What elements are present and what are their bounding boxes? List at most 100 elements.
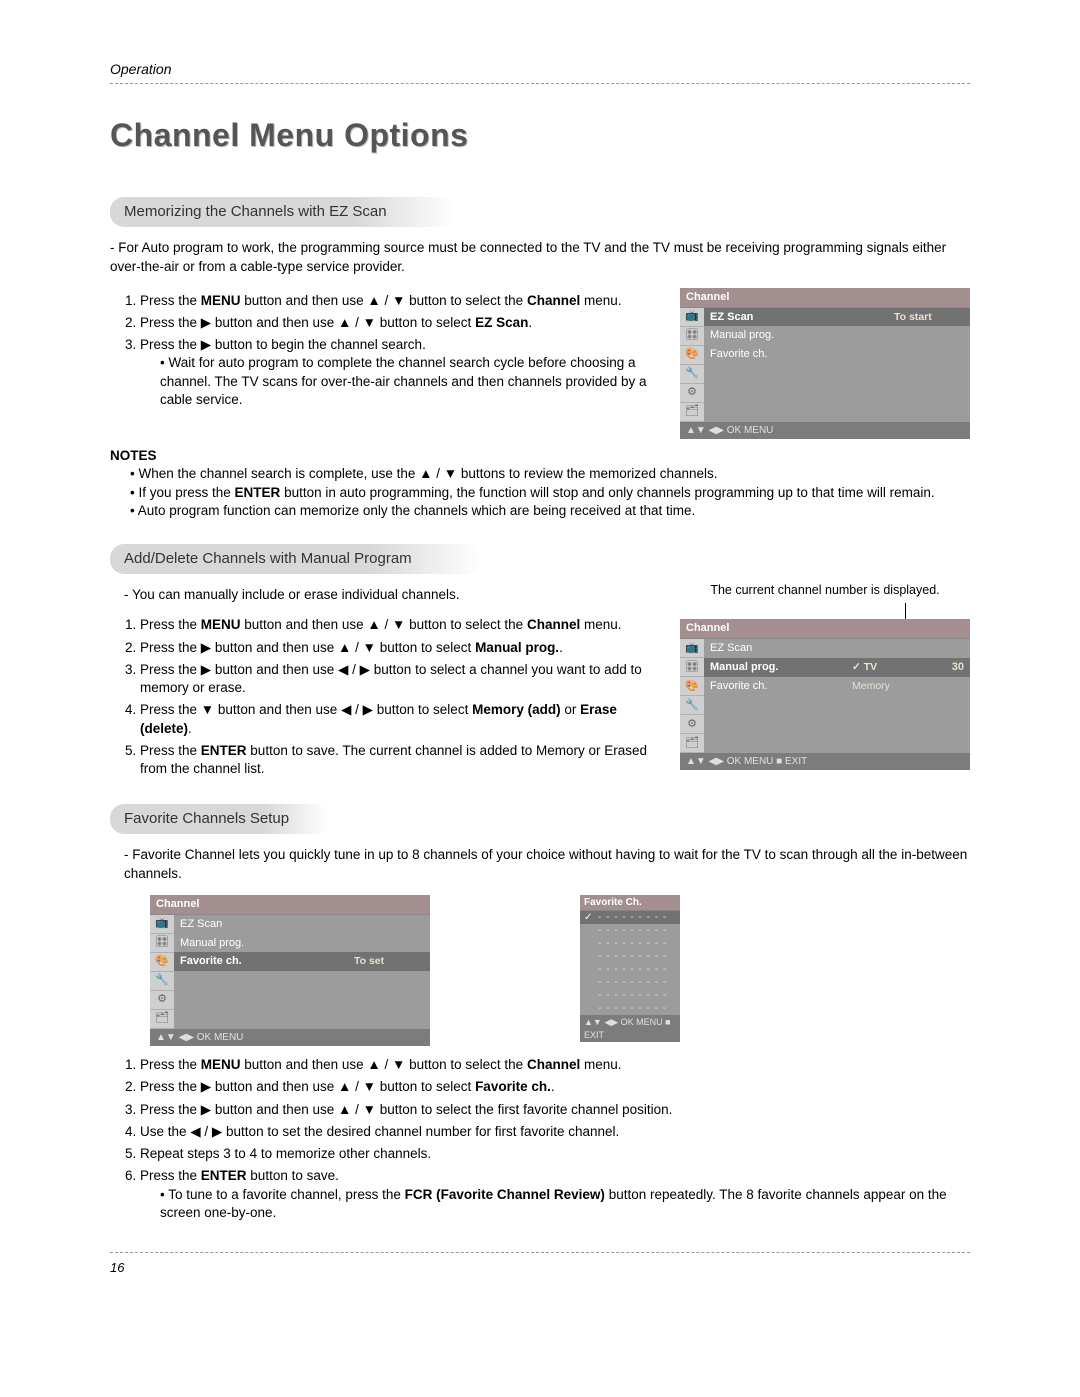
fav-row: - - - - - - - - - — [580, 976, 680, 989]
fav-row: - - - - - - - - - — [580, 924, 680, 937]
osd-icon: 🎨 — [680, 677, 704, 696]
section-label: Operation — [110, 60, 171, 79]
section-heading-favorite: Favorite Channels Setup — [110, 804, 329, 834]
sec3-step6: Press the ENTER button to save. To tune … — [140, 1167, 970, 1222]
osd-row-label: Favorite ch. — [704, 345, 888, 364]
sec3-step3: Press the ▶ button and then use ▲ / ▼ bu… — [140, 1101, 970, 1119]
osd-icon: ⚙ — [150, 991, 174, 1010]
osd-icon: 📺 — [680, 639, 704, 658]
osd-ezscan: Channel 📺 🎛 🎨 🔧 ⚙ 🗂 EZ ScanTo start Manu… — [680, 288, 970, 439]
sec1-notes: When the channel search is complete, use… — [110, 465, 970, 520]
osd-row-value — [846, 639, 928, 658]
osd-icon: 🔧 — [150, 972, 174, 991]
sec1-intro: - For Auto program to work, the programm… — [110, 239, 970, 275]
osd-row-value: To start — [888, 308, 970, 327]
fav-slot: - - - - - - - - - — [598, 963, 676, 977]
osd-row-label: EZ Scan — [704, 639, 846, 658]
sec1-note3: Auto program function can memorize only … — [130, 502, 970, 520]
fav-row: - - - - - - - - - — [580, 989, 680, 1002]
sec2-step1: Press the MENU button and then use ▲ / ▼… — [140, 616, 660, 634]
caption-arrow-icon — [905, 603, 906, 619]
osd-icon: 🗂 — [150, 1010, 174, 1029]
sec3-intro: - Favorite Channel lets you quickly tune… — [110, 846, 970, 882]
sec1-note2: If you press the ENTER button in auto pr… — [130, 484, 970, 502]
osd-row-value — [348, 934, 430, 953]
osd-row-label: EZ Scan — [704, 308, 888, 327]
fav-slot: - - - - - - - - - — [598, 937, 676, 951]
osd-row-value — [348, 915, 430, 934]
osd-icon: 🎨 — [680, 346, 704, 365]
osd-icon: 🔧 — [680, 365, 704, 384]
sec1-step3-sub: Wait for auto program to complete the ch… — [160, 354, 660, 409]
osd-caption: The current channel number is displayed. — [680, 582, 970, 599]
osd-row-label: EZ Scan — [174, 915, 348, 934]
osd-icon: 🗂 — [680, 403, 704, 422]
sec1-note1: When the channel search is complete, use… — [130, 465, 970, 483]
sec3-step5: Repeat steps 3 to 4 to memorize other ch… — [140, 1145, 970, 1163]
osd-row-value — [888, 326, 970, 345]
fav-slot: - - - - - - - - - — [598, 950, 676, 964]
notes-label: NOTES — [110, 447, 970, 465]
sec3-steps: Press the MENU button and then use ▲ / ▼… — [110, 1056, 970, 1222]
fav-title: Favorite Ch. — [580, 895, 680, 912]
sec1-step2: Press the ▶ button and then use ▲ / ▼ bu… — [140, 314, 660, 332]
osd-row-label: Manual prog. — [704, 658, 846, 677]
fav-slot: - - - - - - - - - — [598, 911, 676, 925]
page-title: Channel Menu Options — [110, 114, 970, 157]
manual-page: Operation Channel Menu Options Memorizin… — [0, 0, 1080, 1397]
fav-slot: - - - - - - - - - — [598, 976, 676, 990]
osd-icon: 🗂 — [680, 734, 704, 753]
osd-manual: Channel 📺 🎛 🎨 🔧 ⚙ 🗂 EZ Scan Manual prog.… — [680, 619, 970, 770]
osd-icon: ⚙ — [680, 384, 704, 403]
sec1-steps: Press the MENU button and then use ▲ / ▼… — [110, 292, 660, 409]
page-header: Operation — [110, 60, 970, 84]
osd-title: Channel — [680, 619, 970, 639]
sec3-step6-sub: To tune to a favorite channel, press the… — [160, 1186, 970, 1222]
page-number: 16 — [110, 1260, 124, 1275]
osd-favorite-list: Favorite Ch. ✓- - - - - - - - -- - - - -… — [580, 895, 680, 1042]
osd-icon-col: 📺 🎛 🎨 🔧 ⚙ 🗂 — [150, 915, 174, 1029]
osd-icon: 📺 — [680, 308, 704, 327]
osd-icon: 🔧 — [680, 696, 704, 715]
osd-row-label: Favorite ch. — [704, 677, 846, 696]
fav-row: - - - - - - - - - — [580, 963, 680, 976]
fav-footer: ▲▼ ◀▶ OK MENU ■ EXIT — [580, 1015, 680, 1041]
osd-footer: ▲▼ ◀▶ OK MENU — [680, 422, 970, 440]
osd-icon: 🎛 — [150, 934, 174, 953]
sec2-steps: Press the MENU button and then use ▲ / ▼… — [110, 616, 660, 778]
sec2-step3: Press the ▶ button and then use ◀ / ▶ bu… — [140, 661, 660, 697]
fav-row: - - - - - - - - - — [580, 950, 680, 963]
sec2-step4: Press the ▼ button and then use ◀ / ▶ bu… — [140, 701, 660, 737]
sec3-step4: Use the ◀ / ▶ button to set the desired … — [140, 1123, 970, 1141]
page-footer: 16 — [110, 1252, 970, 1277]
osd-title: Channel — [680, 288, 970, 308]
sec3-step2: Press the ▶ button and then use ▲ / ▼ bu… — [140, 1078, 970, 1096]
fav-slot: - - - - - - - - - — [598, 1002, 676, 1016]
check-icon: ✓ — [584, 911, 598, 925]
osd-row-extra: 30 — [928, 658, 970, 677]
osd-icon: 🎛 — [680, 327, 704, 346]
sec3-step1: Press the MENU button and then use ▲ / ▼… — [140, 1056, 970, 1074]
osd-footer: ▲▼ ◀▶ OK MENU — [150, 1029, 430, 1047]
section-heading-manual: Add/Delete Channels with Manual Program — [110, 544, 482, 574]
fav-row: ✓- - - - - - - - - — [580, 911, 680, 924]
osd-title: Channel — [150, 895, 430, 915]
sec1-step3: Press the ▶ button to begin the channel … — [140, 336, 660, 409]
osd-row-label: Favorite ch. — [174, 952, 348, 971]
osd-row-value: ✓ TV — [846, 658, 928, 677]
fav-row: - - - - - - - - - — [580, 1002, 680, 1015]
osd-row-value — [888, 345, 970, 364]
osd-icon: 🎛 — [680, 658, 704, 677]
osd-icon: 🎨 — [150, 953, 174, 972]
fav-row: - - - - - - - - - — [580, 937, 680, 950]
osd-row-label: Manual prog. — [704, 326, 888, 345]
sec2-intro: - You can manually include or erase indi… — [110, 586, 660, 604]
osd-icon-col: 📺 🎛 🎨 🔧 ⚙ 🗂 — [680, 639, 704, 753]
sec2-step5: Press the ENTER button to save. The curr… — [140, 742, 660, 778]
osd-row-extra — [928, 677, 970, 696]
osd-icon: ⚙ — [680, 715, 704, 734]
section-heading-ezscan: Memorizing the Channels with EZ Scan — [110, 197, 457, 227]
osd-icon-col: 📺 🎛 🎨 🔧 ⚙ 🗂 — [680, 308, 704, 422]
osd-favorite: Channel 📺 🎛 🎨 🔧 ⚙ 🗂 EZ Scan Manual prog.… — [150, 895, 430, 1046]
sec2-step2: Press the ▶ button and then use ▲ / ▼ bu… — [140, 639, 660, 657]
